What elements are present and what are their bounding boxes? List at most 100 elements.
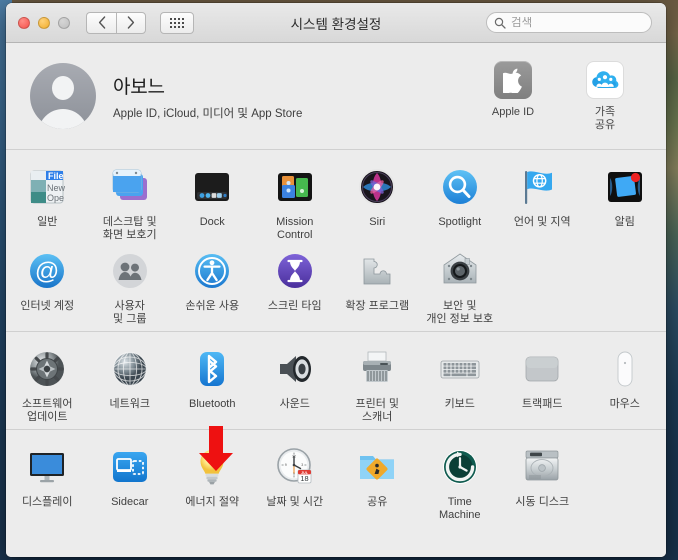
- pref-energy-saver[interactable]: 에너지 절약: [171, 441, 254, 521]
- avatar-head: [52, 76, 74, 100]
- pref-startup-disk[interactable]: 시동 디스크: [501, 441, 584, 521]
- pref-general[interactable]: File New Ope 일반: [6, 161, 89, 241]
- pref-label: 공유: [367, 496, 388, 508]
- pref-network[interactable]: 네트워크: [89, 343, 172, 423]
- pref-spotlight[interactable]: Spotlight: [419, 161, 502, 241]
- network-globe-icon: [108, 347, 152, 391]
- pref-sound[interactable]: 사운드: [254, 343, 337, 423]
- pref-label: 확장 프로그램: [345, 300, 410, 312]
- section-personal-grid: File New Ope 일반 데스크탑 및 화면 보호기 Dock Missi…: [6, 161, 666, 325]
- pref-label: Bluetooth: [189, 398, 236, 410]
- accessibility-icon: [190, 249, 234, 293]
- puzzle-piece-icon: [355, 249, 399, 293]
- user-avatar-icon[interactable]: [30, 63, 96, 129]
- svg-text:File: File: [48, 171, 64, 181]
- chevron-right-icon: [127, 16, 135, 29]
- pref-label: 키보드: [444, 398, 475, 410]
- sharing-folder-icon: [355, 445, 399, 489]
- svg-text:3: 3: [301, 463, 303, 467]
- pref-trackpad[interactable]: 트랙패드: [501, 343, 584, 423]
- pref-label: 사용자 및 그룹: [113, 300, 147, 325]
- pref-bluetooth[interactable]: Bluetooth: [171, 343, 254, 423]
- family-sharing-label: 가족 공유: [594, 106, 616, 131]
- zoom-button[interactable]: [58, 16, 70, 29]
- chevron-left-icon: [98, 16, 105, 29]
- pref-label: 스크린 타임: [267, 300, 322, 312]
- apple-id-label: Apple ID: [491, 106, 535, 118]
- pref-label: 데스크탑 및 화면 보호기: [102, 216, 157, 241]
- section-system-grid: 디스플레이 Sidecar 에너지 절약 3 6 9 JUL 18 날짜 및 시…: [6, 441, 666, 521]
- apple-id-banner[interactable]: 아보느 Apple ID, iCloud, 미디어 및 App Store Ap…: [6, 43, 666, 150]
- pref-dock[interactable]: Dock: [171, 161, 254, 241]
- back-button[interactable]: [86, 11, 116, 34]
- section-hardware: 소프트웨어 업데이트 네트워크 Bluetooth 사운드 프린터 및 스캐너 …: [6, 331, 666, 429]
- pref-label: 보안 및 개인 정보 보호: [426, 300, 494, 325]
- pref-time-machine[interactable]: Time Machine: [419, 441, 502, 521]
- clock-calendar-icon: 12 3 6 9 JUL 18: [273, 445, 317, 489]
- window-titlebar: 시스템 환경설정: [6, 3, 666, 43]
- printer-icon: [355, 347, 399, 391]
- pref-mouse[interactable]: 마우스: [584, 343, 667, 423]
- pref-mission-control[interactable]: Mission Control: [254, 161, 337, 241]
- pref-label: 마우스: [609, 398, 640, 410]
- pref-internet-accounts[interactable]: @ 인터넷 계정: [6, 245, 89, 325]
- window-controls: [18, 16, 70, 29]
- siri-icon: [355, 165, 399, 209]
- pref-security[interactable]: 보안 및 개인 정보 보호: [419, 245, 502, 325]
- pref-sidecar[interactable]: Sidecar: [89, 441, 172, 521]
- navigation-buttons: [86, 11, 146, 34]
- sidecar-icon: [108, 445, 152, 489]
- family-sharing-tile[interactable]: 가족 공유: [574, 61, 636, 131]
- section-personal: File New Ope 일반 데스크탑 및 화면 보호기 Dock Missi…: [6, 150, 666, 331]
- pref-screen-time[interactable]: 스크린 타임: [254, 245, 337, 325]
- minimize-button[interactable]: [38, 16, 50, 29]
- account-name: 아보느: [113, 76, 165, 98]
- avatar-body: [38, 109, 88, 129]
- svg-text:9: 9: [285, 463, 287, 467]
- pref-label: 일반: [37, 216, 58, 228]
- section-system: 디스플레이 Sidecar 에너지 절약 3 6 9 JUL 18 날짜 및 시…: [6, 429, 666, 527]
- lightbulb-icon: [190, 445, 234, 489]
- apple-id-tile[interactable]: Apple ID: [482, 61, 544, 131]
- pref-label: 날짜 및 시간: [266, 496, 324, 508]
- forward-button[interactable]: [116, 11, 146, 34]
- search-field[interactable]: [486, 12, 652, 33]
- pref-keyboard[interactable]: 키보드: [419, 343, 502, 423]
- pref-label: Mission Control: [276, 216, 314, 241]
- notifications-icon: [603, 165, 647, 209]
- apple-logo-icon: [502, 68, 522, 93]
- pref-accessibility[interactable]: 손쉬운 사용: [171, 245, 254, 325]
- show-all-button[interactable]: [160, 11, 194, 34]
- pref-printers[interactable]: 프린터 및 스캐너: [336, 343, 419, 423]
- apple-id-glyph: [494, 61, 532, 99]
- pref-date-time[interactable]: 12 3 6 9 JUL 18: [254, 441, 337, 521]
- pref-siri[interactable]: Siri: [336, 161, 419, 241]
- account-text-block: 아보느 Apple ID, iCloud, 미디어 및 App Store: [113, 72, 302, 121]
- svg-text:New: New: [47, 183, 66, 193]
- close-button[interactable]: [18, 16, 30, 29]
- screen-time-hourglass-icon: [273, 249, 317, 293]
- pref-label: 손쉬운 사용: [185, 300, 240, 312]
- bluetooth-icon: [190, 347, 234, 391]
- pref-label: Sidecar: [111, 496, 149, 508]
- search-icon: [494, 17, 506, 29]
- pref-notifications[interactable]: 알림: [584, 161, 667, 241]
- pref-language-region[interactable]: 언어 및 지역: [501, 161, 584, 241]
- pref-label: Dock: [199, 216, 225, 228]
- security-house-icon: [438, 249, 482, 293]
- search-container: [486, 12, 652, 33]
- pref-software-update[interactable]: 소프트웨어 업데이트: [6, 343, 89, 423]
- pref-extensions[interactable]: 확장 프로그램: [336, 245, 419, 325]
- pref-users-groups[interactable]: 사용자 및 그룹: [89, 245, 172, 325]
- language-region-flag-icon: [520, 165, 564, 209]
- software-update-gear-icon: [25, 347, 69, 391]
- pref-displays[interactable]: 디스플레이: [6, 441, 89, 521]
- svg-text:18: 18: [300, 474, 308, 483]
- hard-disk-icon: [520, 445, 564, 489]
- search-input[interactable]: [511, 16, 631, 29]
- desktop-screensaver-icon: [108, 165, 152, 209]
- at-sign-icon: @: [25, 249, 69, 293]
- pref-sharing[interactable]: 공유: [336, 441, 419, 521]
- pref-desktop[interactable]: 데스크탑 및 화면 보호기: [89, 161, 172, 241]
- grid-view-icon: [170, 17, 184, 28]
